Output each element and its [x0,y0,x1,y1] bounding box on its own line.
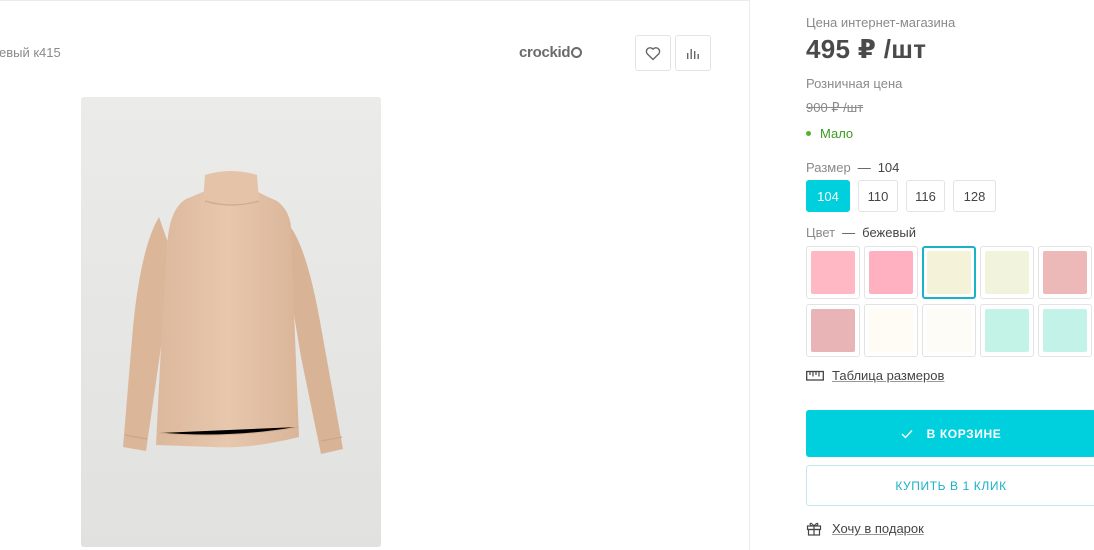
stock-status: Мало [806,126,853,141]
favorite-button[interactable] [635,35,671,71]
color-swatches [806,246,1094,357]
size-option-128[interactable]: 128 [953,180,996,212]
compare-button[interactable] [675,35,711,71]
color-label: Цвет [806,225,836,240]
color-selection-label: Цвет — бежевый [806,225,916,240]
swatch-chip [927,251,971,294]
product-name: евый к415 [0,45,61,60]
size-selection-label: Размер — 104 [806,160,899,175]
heart-icon [645,46,661,60]
color-swatch[interactable] [980,246,1034,299]
ruler-icon [806,370,824,381]
color-swatch[interactable] [1038,246,1092,299]
in-cart-button[interactable]: В КОРЗИНЕ [806,410,1094,457]
gift-link[interactable]: Хочу в подарок [806,521,924,536]
swatch-chip [811,309,855,352]
buy-one-click-button[interactable]: КУПИТЬ В 1 КЛИК [806,465,1094,506]
online-price: 495 ₽ /шт [806,34,927,64]
swatch-chip [869,309,913,352]
retail-price: 900 ₽ /шт [806,100,864,115]
product-panel: евый к415 crockid [0,0,750,550]
color-swatch[interactable] [922,304,976,357]
stock-label: Мало [820,126,854,141]
stock-dot-icon [806,131,811,136]
size-option-116[interactable]: 116 [906,180,945,212]
color-separator: — [842,225,856,240]
in-cart-label: В КОРЗИНЕ [926,426,1002,441]
retail-price-label: Розничная цена [806,76,903,91]
color-swatch[interactable] [806,304,860,357]
gift-icon [806,522,822,536]
color-swatch-selected[interactable] [922,246,976,299]
swatch-chip [985,309,1029,352]
size-table-link[interactable]: Таблица размеров [806,368,944,383]
brand-name: crockid [519,44,571,61]
brand-mark-icon [571,47,583,58]
size-options: 104 110 116 128 [806,180,996,212]
bar-chart-icon [687,49,699,59]
size-table-label: Таблица размеров [832,368,945,383]
size-option-110[interactable]: 110 [858,180,898,212]
color-swatch[interactable] [864,246,918,299]
product-image[interactable] [81,97,381,547]
color-swatch[interactable] [806,246,860,299]
swatch-chip [811,251,855,294]
color-selected-value: бежевый [862,225,916,240]
check-icon [901,429,913,439]
color-swatch[interactable] [980,304,1034,357]
color-swatch[interactable] [1038,304,1092,357]
online-price-label: Цена интернет-магазина [806,15,956,30]
brand-logo[interactable]: crockid [519,44,583,61]
swatch-chip [985,251,1029,294]
color-swatch[interactable] [864,304,918,357]
turtleneck-image [81,97,381,547]
swatch-chip [1043,251,1087,294]
size-separator: — [857,160,871,175]
swatch-chip [927,309,971,352]
swatch-chip [869,251,913,294]
size-option-104[interactable]: 104 [806,180,850,212]
size-label: Размер [806,160,851,175]
size-selected-value: 104 [877,160,900,175]
swatch-chip [1043,309,1087,352]
gift-label: Хочу в подарок [832,521,924,536]
product-info: Цена интернет-магазина 495 ₽ /шт Розничн… [806,0,1094,550]
